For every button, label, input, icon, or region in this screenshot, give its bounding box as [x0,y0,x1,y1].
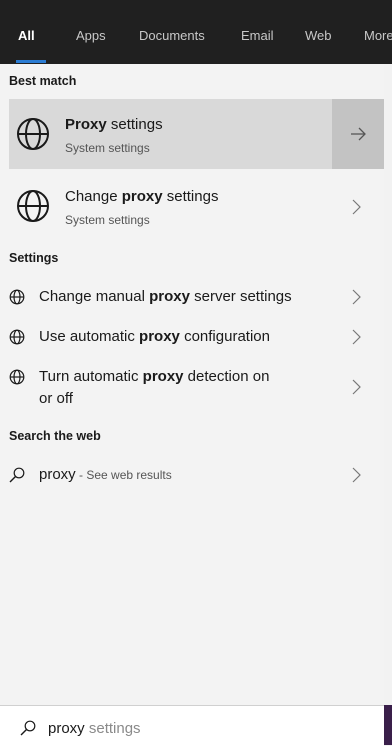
change-proxy-title: Change proxy settings [65,188,219,205]
globe-icon [17,190,49,222]
setting-label: Use automatic proxy configuration [39,328,270,345]
best-match-result[interactable]: Proxy settings System settings [9,99,384,169]
search-icon [9,467,25,483]
chevron-right-icon [352,329,361,345]
tab-more[interactable]: More [364,28,392,43]
chevron-right-icon [352,379,361,395]
search-filter-tabs: All Apps Documents Email Web More [0,0,392,64]
search-box[interactable]: proxy settings [0,705,384,746]
tab-documents[interactable]: Documents [139,28,205,43]
setting-label: Turn automatic proxy detection on [39,368,270,385]
tab-all[interactable]: All [18,28,35,43]
web-search-result[interactable]: proxy - See web results [9,460,384,490]
change-proxy-subtitle: System settings [65,213,150,227]
arrow-right-icon [351,127,366,141]
search-icon [20,720,36,736]
taskbar-edge [384,705,392,745]
results-panel: Best match Proxy settings System setting… [0,64,384,705]
tab-email[interactable]: Email [241,28,274,43]
chevron-right-icon [352,467,361,483]
setting-label-line2: or off [39,390,73,407]
active-tab-indicator [16,60,46,63]
chevron-right-icon [352,289,361,305]
best-match-title: Proxy settings [65,116,163,133]
globe-icon [9,289,25,305]
globe-icon [17,118,49,150]
open-result-button[interactable] [332,99,384,169]
best-match-subtitle: System settings [65,141,150,155]
tab-apps[interactable]: Apps [76,28,106,43]
tab-web[interactable]: Web [305,28,332,43]
section-settings: Settings [9,251,59,265]
setting-label: Change manual proxy server settings [39,288,292,305]
setting-use-automatic-proxy[interactable]: Use automatic proxy configuration [9,322,384,352]
section-best-match: Best match [9,74,77,88]
setting-turn-automatic-proxy-detection[interactable]: Turn automatic proxy detection on or off [9,362,384,412]
chevron-right-icon [352,199,361,215]
change-proxy-settings-result[interactable]: Change proxy settings System settings [9,179,384,235]
setting-change-manual-proxy[interactable]: Change manual proxy server settings [9,282,384,312]
globe-icon [9,369,25,385]
globe-icon [9,329,25,345]
web-result-label: proxy - See web results [39,466,172,483]
search-input[interactable]: proxy settings [48,720,141,737]
section-search-web: Search the web [9,429,101,443]
